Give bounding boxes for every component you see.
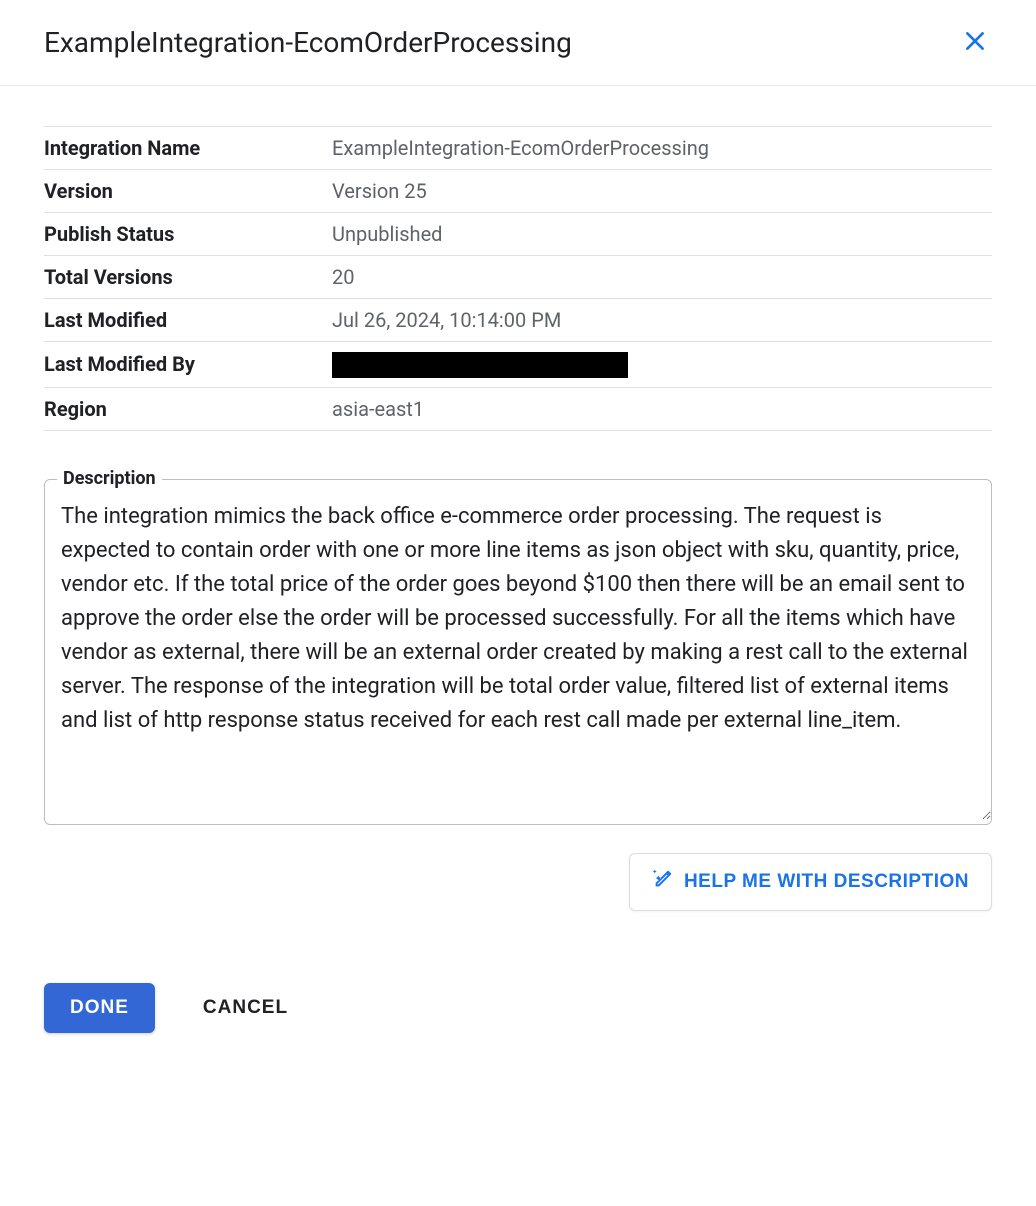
integration-details-dialog: ExampleIntegration-EcomOrderProcessing I…: [0, 0, 1036, 1206]
dialog-content: Integration Name ExampleIntegration-Ecom…: [0, 86, 1036, 1033]
close-icon: [962, 28, 988, 57]
details-table: Integration Name ExampleIntegration-Ecom…: [44, 126, 992, 431]
value-version: Version 25: [332, 170, 992, 213]
label-total-versions: Total Versions: [44, 256, 332, 299]
dialog-actions: DONE CANCEL: [44, 983, 992, 1033]
value-total-versions: 20: [332, 256, 992, 299]
label-integration-name: Integration Name: [44, 127, 332, 170]
description-fieldset: Description: [44, 479, 992, 825]
description-textarea[interactable]: [45, 480, 991, 820]
description-section: Description: [44, 479, 992, 825]
value-region: asia-east1: [332, 387, 992, 430]
label-publish-status: Publish Status: [44, 213, 332, 256]
help-me-with-description-button[interactable]: HELP ME WITH DESCRIPTION: [629, 853, 992, 911]
label-version: Version: [44, 170, 332, 213]
value-integration-name: ExampleIntegration-EcomOrderProcessing: [332, 127, 992, 170]
label-region: Region: [44, 387, 332, 430]
value-last-modified-by: [332, 342, 992, 388]
row-last-modified-by: Last Modified By: [44, 342, 992, 388]
help-button-label: HELP ME WITH DESCRIPTION: [684, 871, 969, 893]
magic-pen-icon: [652, 868, 674, 896]
row-last-modified: Last Modified Jul 26, 2024, 10:14:00 PM: [44, 299, 992, 342]
help-section: HELP ME WITH DESCRIPTION: [44, 853, 992, 911]
label-last-modified-by: Last Modified By: [44, 342, 332, 388]
cancel-button-label: CANCEL: [203, 997, 288, 1018]
dialog-header: ExampleIntegration-EcomOrderProcessing: [0, 0, 1036, 86]
cancel-button[interactable]: CANCEL: [195, 983, 296, 1033]
done-button[interactable]: DONE: [44, 983, 155, 1033]
value-publish-status: Unpublished: [332, 213, 992, 256]
dialog-title: ExampleIntegration-EcomOrderProcessing: [44, 26, 572, 59]
redacted-user: [332, 352, 628, 378]
row-integration-name: Integration Name ExampleIntegration-Ecom…: [44, 127, 992, 170]
row-version: Version Version 25: [44, 170, 992, 213]
row-region: Region asia-east1: [44, 387, 992, 430]
close-button[interactable]: [954, 20, 996, 65]
done-button-label: DONE: [70, 997, 129, 1018]
value-last-modified: Jul 26, 2024, 10:14:00 PM: [332, 299, 992, 342]
description-label: Description: [57, 468, 162, 489]
row-total-versions: Total Versions 20: [44, 256, 992, 299]
label-last-modified: Last Modified: [44, 299, 332, 342]
row-publish-status: Publish Status Unpublished: [44, 213, 992, 256]
